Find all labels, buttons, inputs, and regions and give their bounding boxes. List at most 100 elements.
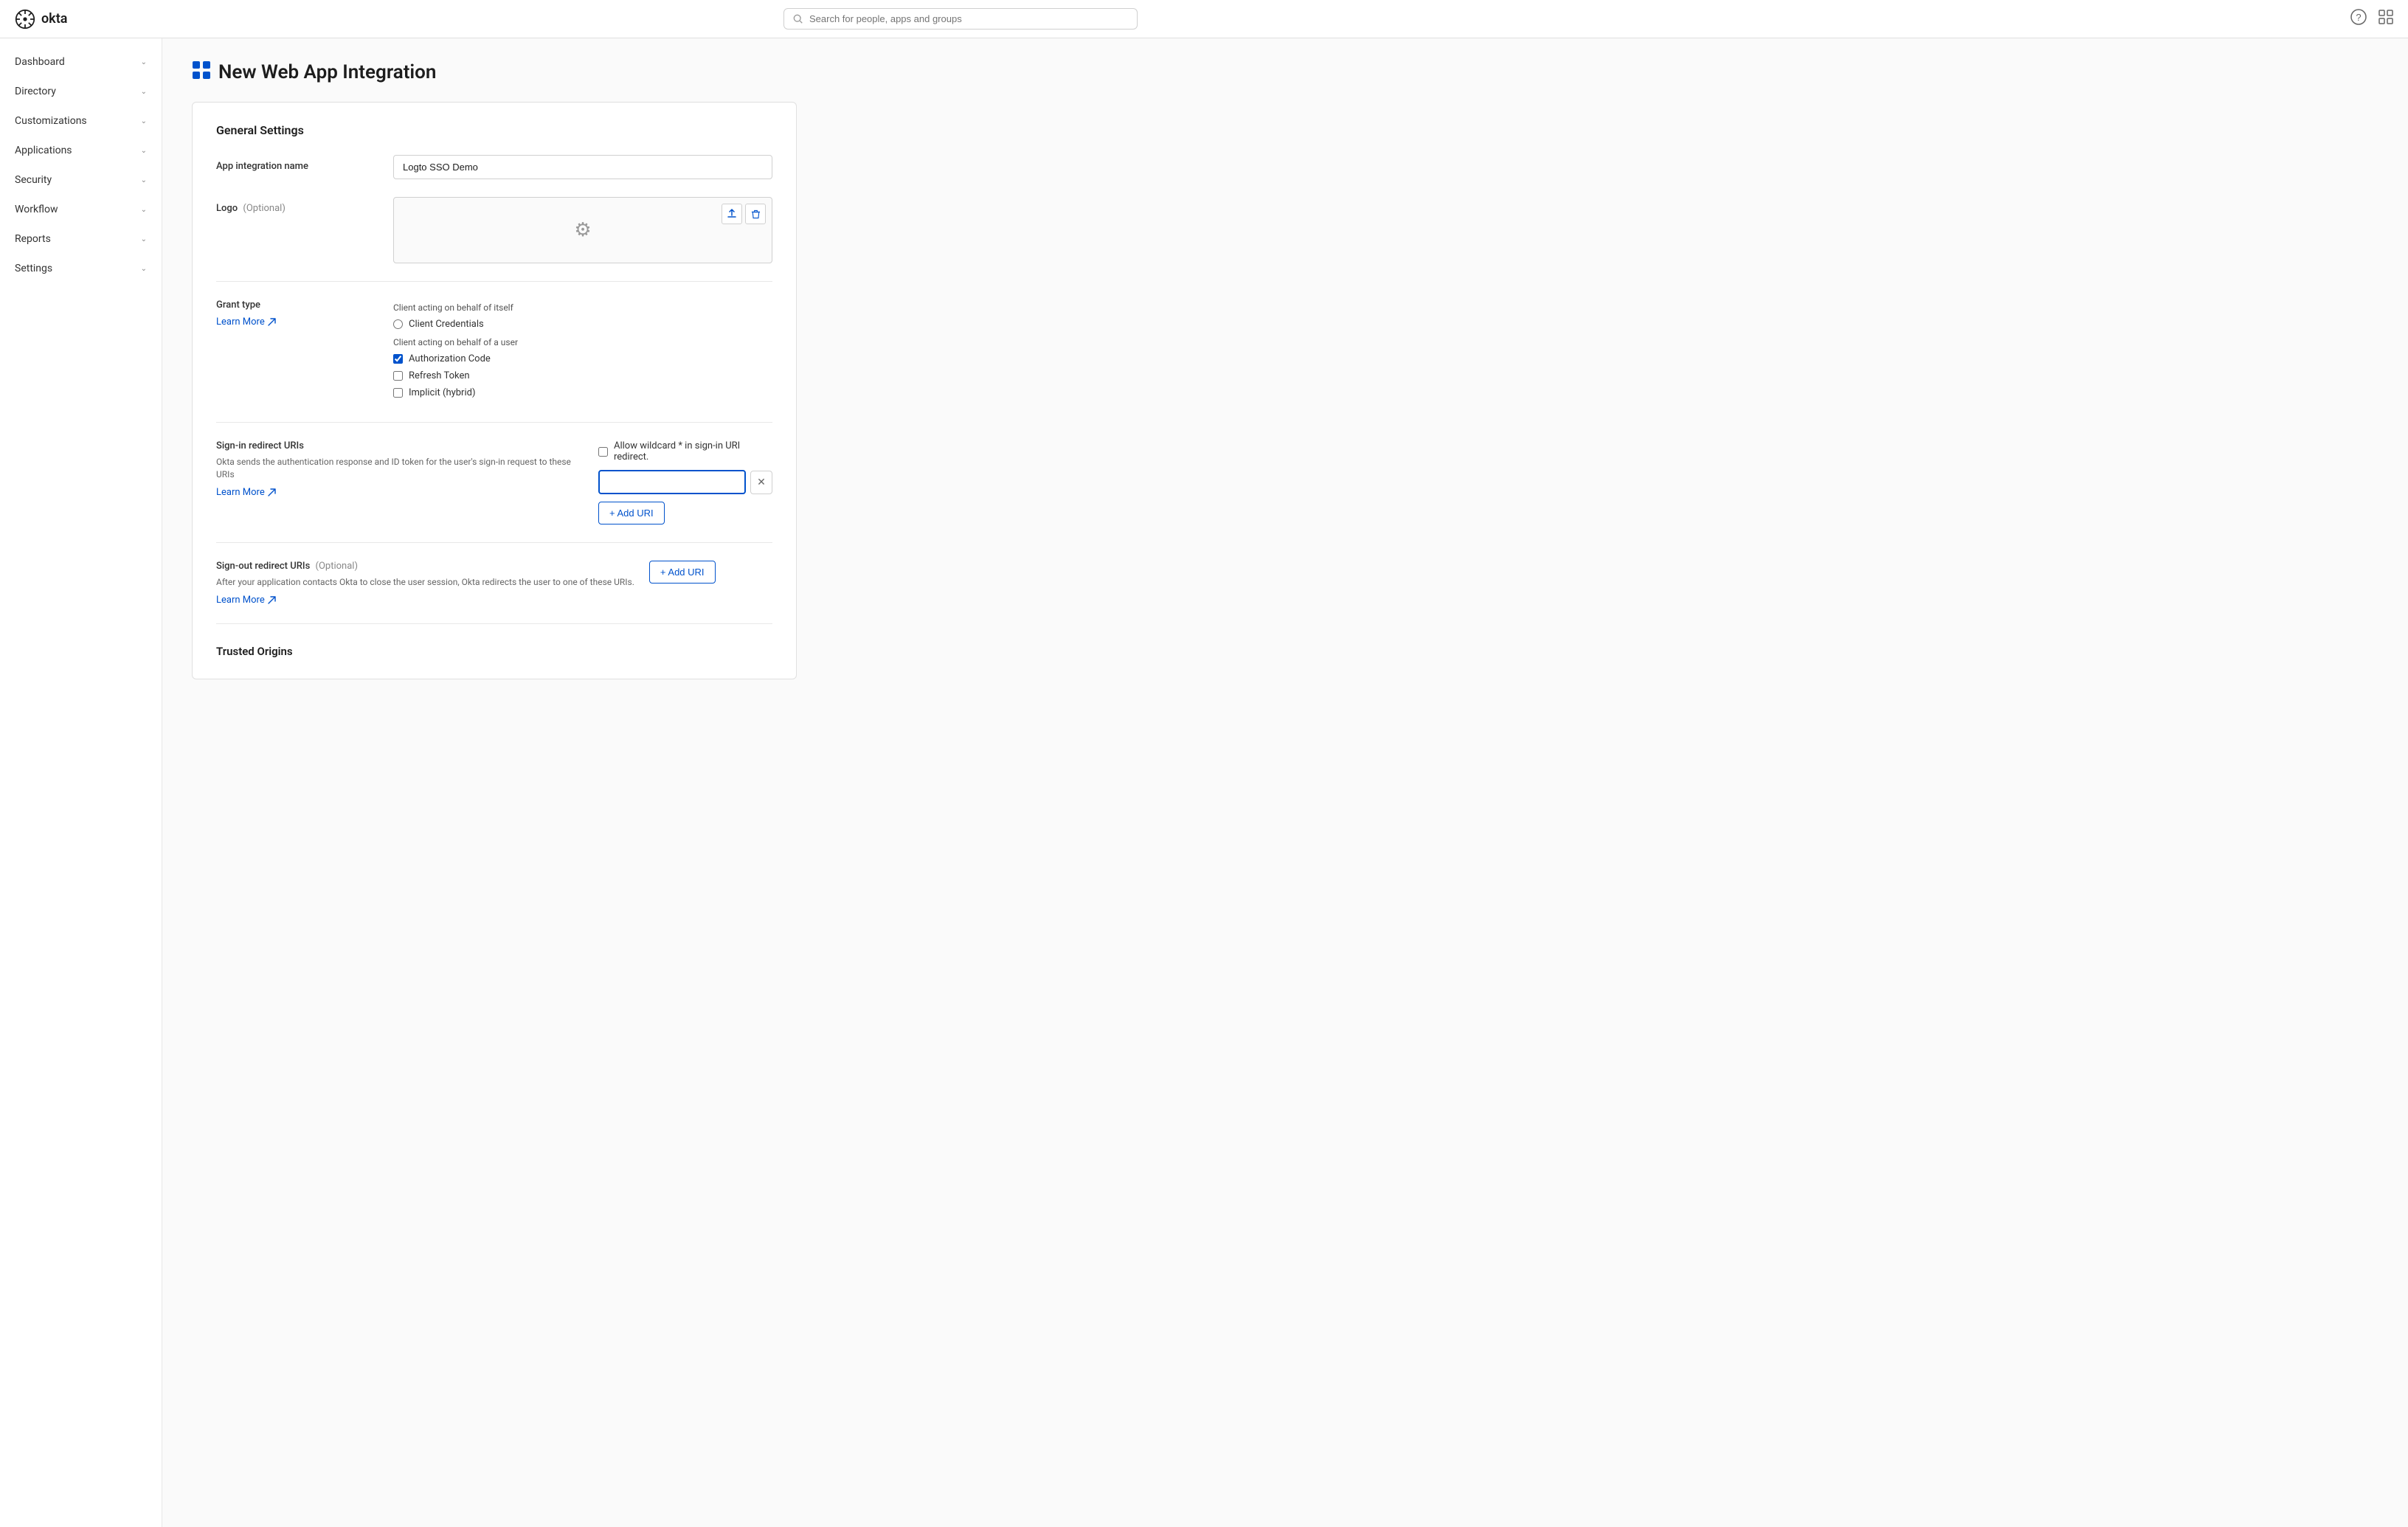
logo-upload-control: ⚙ <box>393 197 772 263</box>
refresh-token-option: Refresh Token <box>393 370 772 381</box>
form-card: General Settings App integration name Lo… <box>192 102 797 679</box>
grant-type-label: Grant type <box>216 299 378 311</box>
sidebar-item-label: Customizations <box>15 115 87 127</box>
app-integration-name-row: App integration name <box>216 155 772 179</box>
sidebar-item-reports[interactable]: Reports ⌄ <box>0 224 162 254</box>
logo-area: okta <box>15 9 177 30</box>
search-input[interactable] <box>809 13 1128 24</box>
app-integration-name-label: App integration name <box>216 155 378 172</box>
svg-text:?: ? <box>2356 12 2361 23</box>
sidebar-item-applications[interactable]: Applications ⌄ <box>0 136 162 165</box>
sidebar-item-label: Workflow <box>15 204 58 215</box>
sidebar-item-label: Settings <box>15 263 52 274</box>
sign-in-add-uri-button[interactable]: + Add URI <box>598 502 665 524</box>
uri-clear-button[interactable]: ✕ <box>750 471 772 494</box>
grant-type-learn-more-link[interactable]: Learn More <box>216 316 276 328</box>
nav-icons: ? <box>2350 9 2393 29</box>
logo-upload-button[interactable] <box>722 204 742 224</box>
logo-upload-area: ⚙ <box>393 197 772 263</box>
sidebar-item-dashboard[interactable]: Dashboard ⌄ <box>0 47 162 77</box>
page-title: New Web App Integration <box>218 61 436 83</box>
sidebar-item-settings[interactable]: Settings ⌄ <box>0 254 162 283</box>
search-icon <box>793 14 803 24</box>
app-integration-name-input[interactable] <box>393 155 772 179</box>
sidebar-item-security[interactable]: Security ⌄ <box>0 165 162 195</box>
sidebar-item-directory[interactable]: Directory ⌄ <box>0 77 162 106</box>
grant-type-row: Grant type Learn More Client acting on b… <box>216 299 772 404</box>
client-credentials-option: Client Credentials <box>393 319 772 330</box>
page-title-area: New Web App Integration <box>192 60 2378 84</box>
wildcard-row: Allow wildcard * in sign-in URI redirect… <box>598 440 772 463</box>
sign-out-learn-more-link[interactable]: Learn More <box>216 595 276 606</box>
top-navigation: okta ? <box>0 0 2408 38</box>
divider-2 <box>216 422 772 423</box>
refresh-token-label: Refresh Token <box>409 370 470 381</box>
sign-out-redirect-row: Sign-out redirect URIs (Optional) After … <box>216 561 772 606</box>
sign-out-add-uri-button[interactable]: + Add URI <box>649 561 716 584</box>
external-link-icon <box>268 318 276 326</box>
gear-icon: ⚙ <box>574 219 591 241</box>
sidebar: Dashboard ⌄ Directory ⌄ Customizations ⌄… <box>0 38 162 1527</box>
uri-input-row: ✕ <box>598 470 772 494</box>
grant-type-label-col: Grant type Learn More <box>216 299 378 404</box>
app-integration-name-control <box>393 155 772 179</box>
trusted-origins-section: Trusted Origins <box>216 645 772 658</box>
refresh-token-checkbox[interactable] <box>393 371 403 381</box>
divider-4 <box>216 623 772 624</box>
main-content: New Web App Integration General Settings… <box>162 38 2408 1527</box>
chevron-down-icon: ⌄ <box>141 58 147 66</box>
logo-text: okta <box>41 11 67 27</box>
implicit-hybrid-option: Implicit (hybrid) <box>393 387 772 398</box>
chevron-down-icon: ⌄ <box>141 147 147 155</box>
authorization-code-label: Authorization Code <box>409 353 491 364</box>
client-credentials-radio[interactable] <box>393 319 403 329</box>
chevron-down-icon: ⌄ <box>141 117 147 125</box>
sidebar-item-label: Dashboard <box>15 56 65 68</box>
authorization-code-checkbox[interactable] <box>393 354 403 364</box>
chevron-down-icon: ⌄ <box>141 176 147 184</box>
grant-options: Client acting on behalf of itself Client… <box>393 299 772 404</box>
trusted-origins-title: Trusted Origins <box>216 645 772 658</box>
sidebar-item-customizations[interactable]: Customizations ⌄ <box>0 106 162 136</box>
authorization-code-option: Authorization Code <box>393 353 772 364</box>
logo-row: Logo (Optional) <box>216 197 772 263</box>
client-credentials-label: Client Credentials <box>409 319 484 330</box>
divider-3 <box>216 542 772 543</box>
search-bar[interactable] <box>783 8 1138 30</box>
chevron-down-icon: ⌄ <box>141 265 147 273</box>
general-settings-title: General Settings <box>216 123 772 137</box>
external-link-icon <box>268 488 276 496</box>
sign-in-redirect-row: Sign-in redirect URIs Okta sends the aut… <box>216 440 772 524</box>
okta-logo-icon <box>15 9 35 30</box>
implicit-hybrid-checkbox[interactable] <box>393 388 403 398</box>
sidebar-item-label: Reports <box>15 233 51 245</box>
sidebar-item-label: Applications <box>15 145 72 156</box>
logo-delete-button[interactable] <box>745 204 766 224</box>
sign-out-redirect-label: Sign-out redirect URIs (Optional) <box>216 561 634 572</box>
logo-upload-buttons <box>722 204 766 224</box>
sign-in-uri-input[interactable] <box>598 470 746 494</box>
sign-in-redirect-label: Sign-in redirect URIs <box>216 440 584 451</box>
help-button[interactable]: ? <box>2350 9 2367 29</box>
divider-1 <box>216 281 772 282</box>
sign-out-redirect-label-col: Sign-out redirect URIs (Optional) After … <box>216 561 634 606</box>
chevron-down-icon: ⌄ <box>141 235 147 243</box>
wildcard-checkbox[interactable] <box>598 447 608 457</box>
chevron-down-icon: ⌄ <box>141 206 147 214</box>
sign-out-redirect-controls: + Add URI <box>649 561 772 606</box>
sidebar-item-label: Security <box>15 174 52 186</box>
wildcard-label: Allow wildcard * in sign-in URI redirect… <box>614 440 772 463</box>
chevron-down-icon: ⌄ <box>141 88 147 96</box>
main-layout: Dashboard ⌄ Directory ⌄ Customizations ⌄… <box>0 38 2408 1527</box>
sidebar-item-label: Directory <box>15 86 56 97</box>
sign-in-redirect-label-col: Sign-in redirect URIs Okta sends the aut… <box>216 440 584 524</box>
sign-in-redirect-controls: Allow wildcard * in sign-in URI redirect… <box>598 440 772 524</box>
sign-out-redirect-desc: After your application contacts Okta to … <box>216 576 634 589</box>
apps-grid-button[interactable] <box>2378 10 2393 28</box>
client-user-group-label: Client acting on behalf of a user <box>393 337 772 347</box>
client-self-group-label: Client acting on behalf of itself <box>393 302 772 313</box>
sidebar-item-workflow[interactable]: Workflow ⌄ <box>0 195 162 224</box>
sign-in-learn-more-link[interactable]: Learn More <box>216 487 276 498</box>
logo-label: Logo (Optional) <box>216 197 378 214</box>
external-link-icon <box>268 596 276 604</box>
